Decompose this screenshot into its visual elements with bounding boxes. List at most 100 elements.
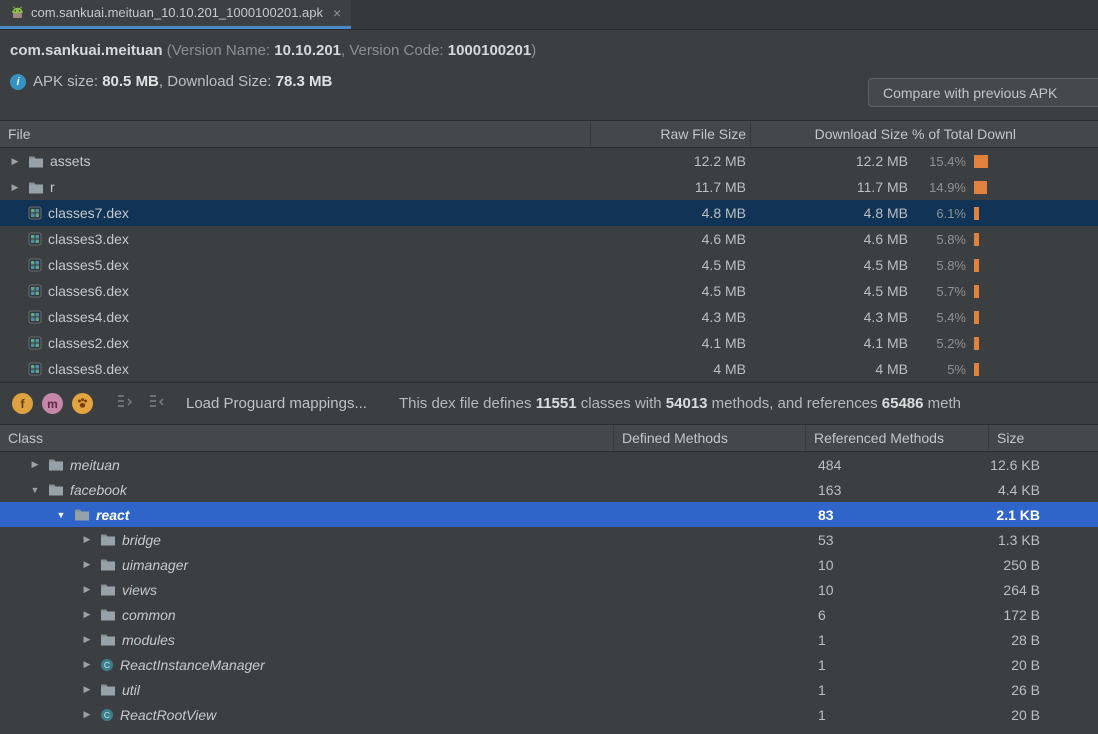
percent-bar: [974, 207, 979, 220]
apk-header: com.sankuai.meituan (Version Name: 10.10…: [0, 30, 1098, 120]
dex-file-icon: [28, 284, 42, 298]
percent-bar: [974, 311, 979, 324]
editor-tab-bar: com.sankuai.meituan_10.10.201_1000100201…: [0, 0, 1098, 30]
tab-title: com.sankuai.meituan_10.10.201_1000100201…: [31, 5, 323, 20]
files-table-header: File Raw File Size Download Size % of To…: [0, 120, 1098, 148]
package-line: com.sankuai.meituan (Version Name: 10.10…: [0, 30, 1098, 59]
class-row-uimanager[interactable]: ▶ uimanager 10 250 B: [0, 552, 1098, 577]
folder-icon: [100, 533, 116, 546]
package-name: com.sankuai.meituan: [10, 42, 163, 59]
folder-icon: [100, 683, 116, 696]
compare-apk-button[interactable]: Compare with previous APK: [868, 78, 1098, 107]
apk-editor-tab[interactable]: com.sankuai.meituan_10.10.201_1000100201…: [0, 0, 351, 29]
folder-icon: [48, 483, 64, 496]
methods-count: 54013: [666, 395, 708, 412]
download-size-value: 78.3 MB: [276, 73, 333, 90]
class-row-meituan[interactable]: ▶ meituan 484 12.6 KB: [0, 452, 1098, 477]
chevron-right-icon[interactable]: ▶: [28, 459, 42, 470]
folder-icon: [100, 608, 116, 621]
file-row-classes2-dex[interactable]: classes2.dex 4.1 MB 4.1 MB 5.2%: [0, 330, 1098, 356]
dex-file-icon: [28, 206, 42, 220]
percent-bar: [974, 155, 988, 168]
android-apk-icon: [10, 5, 25, 20]
class-row-react[interactable]: ▼ react 83 2.1 KB: [0, 502, 1098, 527]
version-code: 1000100201: [448, 42, 531, 59]
folder-icon: [48, 458, 64, 471]
info-icon: i: [10, 74, 26, 90]
class-row-modules[interactable]: ▶ modules 1 28 B: [0, 627, 1098, 652]
chevron-down-icon[interactable]: ▼: [54, 510, 68, 520]
tab-close-icon[interactable]: ×: [333, 6, 341, 20]
chevron-right-icon[interactable]: ▶: [80, 609, 94, 620]
file-row-classes7-dex[interactable]: classes7.dex 4.8 MB 4.8 MB 6.1%: [0, 200, 1098, 226]
class-row-facebook[interactable]: ▼ facebook 163 4.4 KB: [0, 477, 1098, 502]
references-count: 65486: [882, 395, 924, 412]
version-name: 10.10.201: [274, 42, 341, 59]
col-header-file[interactable]: File: [0, 126, 590, 142]
folder-icon: [28, 155, 44, 168]
chevron-right-icon[interactable]: ▶: [8, 156, 22, 167]
chevron-right-icon[interactable]: ▶: [80, 659, 94, 670]
file-row-classes8-dex[interactable]: classes8.dex 4 MB 4 MB 5%: [0, 356, 1098, 382]
apk-size-value: 80.5 MB: [102, 73, 159, 90]
collapse-all-icon[interactable]: [148, 394, 166, 413]
dex-summary-text: This dex file defines 11551 classes with…: [399, 395, 961, 412]
dex-toolbar: f m Load Proguard mappings... This dex f…: [0, 382, 1098, 424]
chevron-right-icon[interactable]: ▶: [80, 634, 94, 645]
percent-bar: [974, 337, 979, 350]
class-row-views[interactable]: ▶ views 10 264 B: [0, 577, 1098, 602]
chevron-right-icon[interactable]: ▶: [80, 584, 94, 595]
dex-file-icon: [28, 336, 42, 350]
class-row-util[interactable]: ▶ util 1 26 B: [0, 677, 1098, 702]
col-header-raw-file-size[interactable]: Raw File Size: [590, 121, 750, 147]
dex-file-icon: [28, 258, 42, 272]
chevron-right-icon[interactable]: ▶: [80, 709, 94, 720]
file-row-classes5-dex[interactable]: classes5.dex 4.5 MB 4.5 MB 5.8%: [0, 252, 1098, 278]
folder-icon: [100, 633, 116, 646]
col-header-percent-total[interactable]: % of Total Downl: [910, 126, 1098, 142]
percent-bar: [974, 259, 979, 272]
dex-file-icon: [28, 362, 42, 376]
chevron-right-icon[interactable]: ▶: [80, 534, 94, 545]
expand-all-icon[interactable]: [116, 394, 134, 413]
percent-bar: [974, 181, 987, 194]
col-header-class[interactable]: Class: [0, 430, 613, 446]
show-fields-toggle[interactable]: f: [12, 393, 33, 414]
load-proguard-mappings-button[interactable]: Load Proguard mappings...: [186, 395, 367, 412]
files-table-body: ▶ assets 12.2 MB 12.2 MB 15.4% ▶ r 11.7 …: [0, 148, 1098, 382]
chevron-right-icon[interactable]: ▶: [8, 182, 22, 193]
chevron-right-icon[interactable]: ▶: [80, 684, 94, 695]
percent-bar: [974, 233, 979, 246]
class-row-common[interactable]: ▶ common 6 172 B: [0, 602, 1098, 627]
folder-icon: [28, 181, 44, 194]
show-references-toggle[interactable]: [72, 393, 93, 414]
class-row-react-root-view[interactable]: ▶ C ReactRootView 1 20 B: [0, 702, 1098, 727]
chevron-down-icon[interactable]: ▼: [28, 485, 42, 495]
chevron-right-icon[interactable]: ▶: [80, 559, 94, 570]
folder-icon: [100, 558, 116, 571]
percent-bar: [974, 363, 979, 376]
col-header-referenced-methods[interactable]: Referenced Methods: [805, 425, 988, 451]
class-icon: C: [100, 658, 114, 672]
percent-bar: [974, 285, 979, 298]
col-header-size[interactable]: Size: [988, 425, 1098, 451]
class-table-body: ▶ meituan 484 12.6 KB ▼ facebook 163 4.4…: [0, 452, 1098, 727]
class-table-header: Class Defined Methods Referenced Methods…: [0, 424, 1098, 452]
file-row-classes6-dex[interactable]: classes6.dex 4.5 MB 4.5 MB 5.7%: [0, 278, 1098, 304]
show-methods-toggle[interactable]: m: [42, 393, 63, 414]
svg-text:C: C: [104, 710, 110, 720]
svg-text:C: C: [104, 660, 110, 670]
class-row-bridge[interactable]: ▶ bridge 53 1.3 KB: [0, 527, 1098, 552]
file-row-classes3-dex[interactable]: classes3.dex 4.6 MB 4.6 MB 5.8%: [0, 226, 1098, 252]
col-header-download-size[interactable]: Download Size: [750, 121, 910, 147]
class-row-react-instance-manager[interactable]: ▶ C ReactInstanceManager 1 20 B: [0, 652, 1098, 677]
size-summary: APK size: 80.5 MB, Download Size: 78.3 M…: [33, 73, 332, 90]
folder-icon: [74, 508, 90, 521]
folder-icon: [100, 583, 116, 596]
col-header-defined-methods[interactable]: Defined Methods: [613, 425, 805, 451]
file-row-assets[interactable]: ▶ assets 12.2 MB 12.2 MB 15.4%: [0, 148, 1098, 174]
file-row-classes4-dex[interactable]: classes4.dex 4.3 MB 4.3 MB 5.4%: [0, 304, 1098, 330]
dex-file-icon: [28, 310, 42, 324]
classes-count: 11551: [536, 395, 577, 412]
file-row-r[interactable]: ▶ r 11.7 MB 11.7 MB 14.9%: [0, 174, 1098, 200]
